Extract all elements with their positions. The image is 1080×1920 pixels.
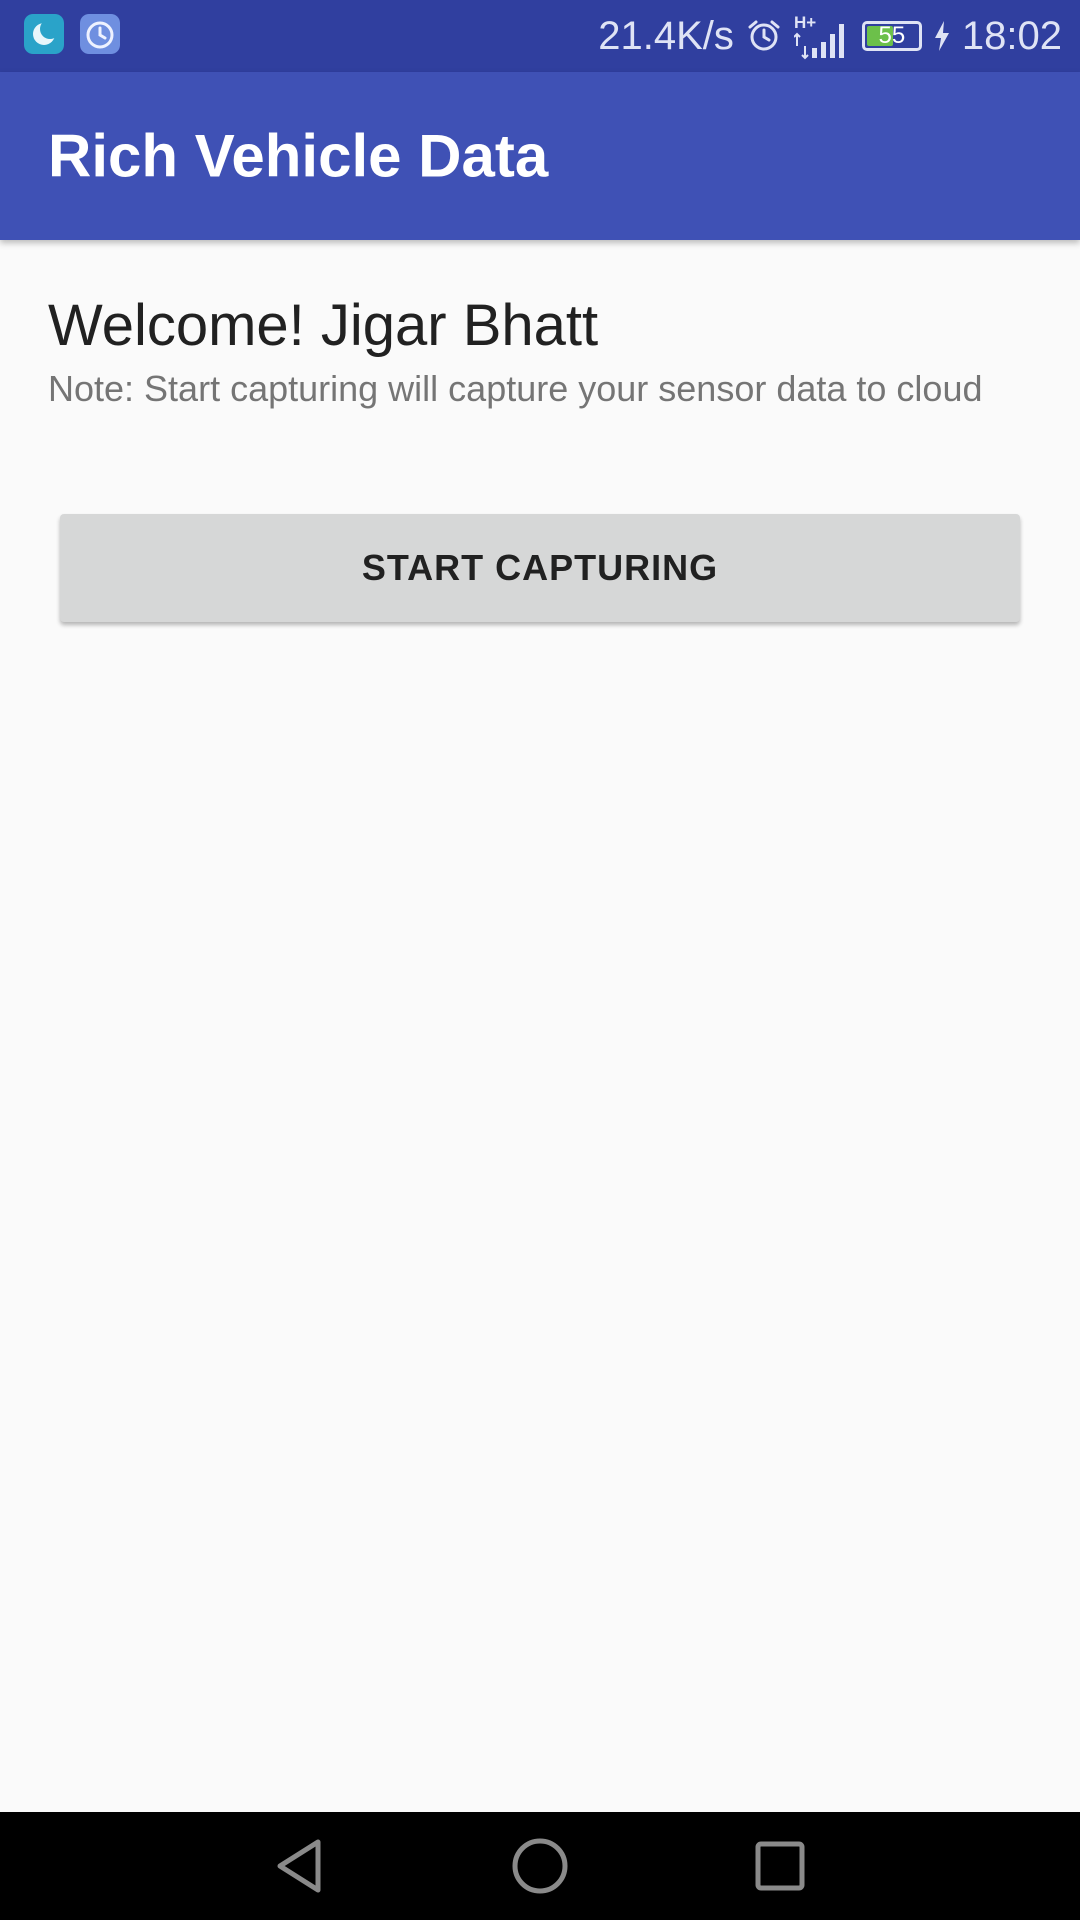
lightning-bolt-icon	[934, 21, 949, 51]
clock-time: 18:02	[961, 13, 1062, 58]
clock-app-icon	[80, 14, 120, 54]
alarm-clock-icon	[748, 20, 780, 51]
moon-app-icon	[24, 14, 64, 54]
welcome-text: Welcome! Jigar Bhatt	[48, 293, 599, 358]
navigation-bar	[0, 1812, 1080, 1920]
recents-square-icon[interactable]	[750, 1836, 810, 1896]
back-triangle-icon[interactable]	[270, 1836, 330, 1896]
notification-icons	[24, 14, 120, 54]
svg-text:H+: H+	[794, 13, 816, 32]
network-speed: 21.4K/s	[598, 13, 734, 58]
h-plus-signal-icon: H+	[793, 13, 844, 60]
app-bar: Rich Vehicle Data	[0, 72, 1080, 240]
battery-icon: 55	[861, 21, 922, 51]
note-text: Note: Start capturing will capture your …	[48, 368, 983, 409]
battery-level: 55	[878, 22, 906, 49]
status-bar: 21.4K/s H+ 55 18:02	[0, 0, 1080, 72]
home-circle-icon[interactable]	[510, 1836, 570, 1896]
status-indicators: 21.4K/s H+ 55 18:02	[598, 0, 1062, 72]
start-capturing-button[interactable]: START CAPTURING	[60, 514, 1020, 622]
screen: 21.4K/s H+ 55 18:02 Rich Vehicle Data We…	[0, 0, 1080, 1920]
app-title: Rich Vehicle Data	[48, 122, 549, 190]
